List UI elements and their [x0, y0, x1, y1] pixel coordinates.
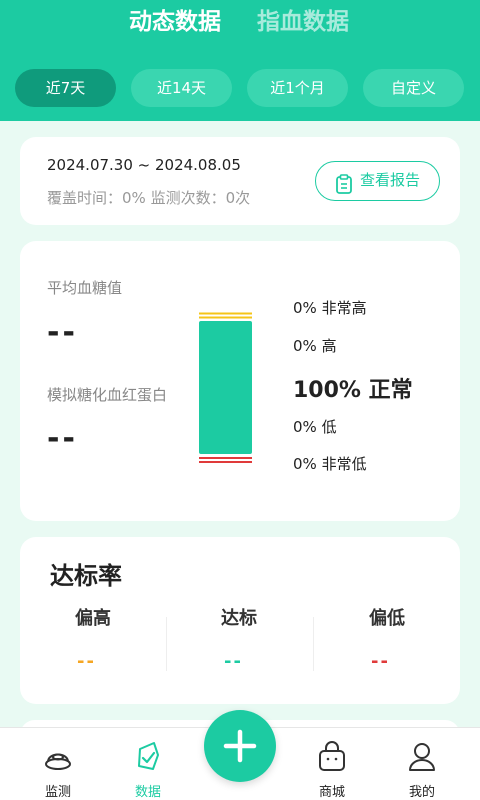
summary-card: 2024.07.30 ~ 2024.08.05 覆盖时间：0% 监测次数：0次 …: [20, 137, 460, 225]
glucose-distribution-bar: [199, 312, 252, 463]
nav-shop-label: 商城: [318, 785, 345, 800]
range-tab-custom[interactable]: 自定义: [363, 69, 464, 107]
pct-very-high: 0% 非常高: [293, 297, 367, 318]
pct-normal-value: 100%: [293, 378, 361, 403]
tab-finger-blood-data[interactable]: 指血数据: [257, 6, 349, 38]
view-report-button[interactable]: 查看报告: [315, 161, 440, 201]
nav-monitor-label: 监测: [44, 785, 71, 800]
pct-high-label: 高: [321, 337, 337, 355]
pct-normal-label: 正常: [368, 378, 413, 403]
range-tab-7-days[interactable]: 近7天: [15, 69, 116, 107]
avg-glucose-label: 平均血糖值: [47, 279, 123, 297]
column-divider: [166, 617, 167, 671]
data-icon: [133, 740, 163, 772]
segment-normal: [199, 321, 252, 454]
nav-monitor[interactable]: 监测: [28, 728, 88, 800]
pct-very-low-label: 非常低: [321, 455, 367, 473]
segment-very-high: [199, 312, 252, 315]
add-record-button[interactable]: [204, 710, 276, 782]
hba1c-value: --: [47, 421, 78, 456]
target-rate-title: 达标率: [50, 562, 122, 590]
avg-glucose-value: --: [47, 315, 78, 350]
rate-low-value: --: [371, 651, 390, 672]
view-report-label: 查看报告: [360, 171, 421, 189]
date-range: 2024.07.30 ~ 2024.08.05: [47, 156, 241, 174]
pct-very-high-label: 非常高: [321, 299, 367, 317]
segment-high: [199, 316, 252, 319]
nav-profile[interactable]: 我的: [392, 728, 452, 800]
rate-target-label: 达标: [221, 608, 257, 629]
hba1c-label: 模拟糖化血红蛋白: [47, 386, 168, 404]
rate-low-label: 偏低: [369, 608, 405, 629]
rate-high-label: 偏高: [75, 608, 111, 629]
pct-low-label: 低: [321, 418, 337, 436]
nav-data[interactable]: 数据: [118, 728, 178, 800]
pct-high: 0% 高: [293, 335, 337, 356]
top-tabs: 动态数据 指血数据: [0, 6, 480, 38]
target-rate-card: 达标率 偏高 -- 达标 -- 偏低 --: [20, 537, 460, 704]
range-tab-14-days[interactable]: 近14天: [131, 69, 232, 107]
pct-very-high-value: 0%: [293, 299, 317, 317]
pct-very-low-value: 0%: [293, 455, 317, 473]
coverage-text: 覆盖时间：0% 监测次数：0次: [47, 189, 251, 207]
shop-bag-icon: [317, 740, 347, 772]
nav-shop[interactable]: 商城: [302, 728, 362, 800]
glucose-card: 平均血糖值 -- 模拟糖化血红蛋白 -- 0% 非常高 0% 高 100% 正常…: [20, 241, 460, 521]
nav-profile-label: 我的: [408, 785, 435, 800]
segment-very-low: [199, 461, 252, 463]
clipboard-icon: [335, 171, 353, 208]
range-tab-1-month[interactable]: 近1个月: [247, 69, 348, 107]
pct-normal: 100% 正常: [293, 372, 413, 404]
rate-high-value: --: [77, 651, 96, 672]
segment-low: [199, 457, 252, 459]
pct-low: 0% 低: [293, 416, 337, 437]
plus-icon: [223, 729, 257, 763]
pct-high-value: 0%: [293, 337, 317, 355]
nav-data-label: 数据: [134, 785, 161, 800]
tab-dynamic-data[interactable]: 动态数据: [129, 6, 221, 38]
monitor-icon: [43, 740, 73, 772]
pct-low-value: 0%: [293, 418, 317, 436]
rate-target-value: --: [224, 651, 243, 672]
profile-icon: [407, 740, 437, 772]
pct-very-low: 0% 非常低: [293, 453, 367, 474]
column-divider: [313, 617, 314, 671]
header: 动态数据 指血数据 近7天 近14天 近1个月 自定义: [0, 0, 480, 121]
